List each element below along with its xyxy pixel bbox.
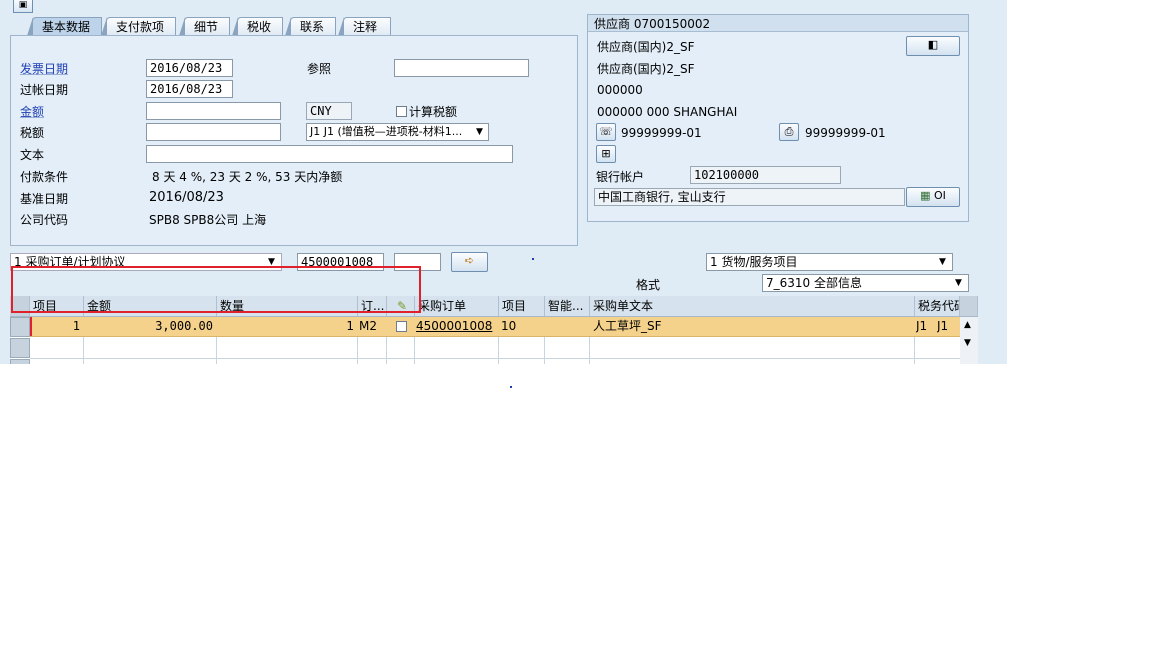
table-icon: ▦ xyxy=(920,189,931,202)
row-selector[interactable] xyxy=(10,338,30,358)
col-po-item[interactable]: 项目 xyxy=(499,296,545,316)
bank-detail-icon[interactable]: ⊞ xyxy=(596,145,616,163)
transfer-arrow-icon[interactable]: ➪ xyxy=(451,252,488,272)
col-divider xyxy=(357,337,358,364)
chevron-down-icon[interactable]: ▼ xyxy=(939,257,946,267)
col-divider xyxy=(216,337,217,364)
payment-terms-value: 8 天 4 %, 23 天 2 %, 53 天内净额 xyxy=(152,170,343,184)
phone-icon[interactable]: ☏ xyxy=(596,123,616,141)
text-label: 文本 xyxy=(20,148,45,162)
scroll-up-icon[interactable]: ▲ xyxy=(964,320,971,330)
item-type-select[interactable]: 1 货物/服务项目 xyxy=(706,253,953,271)
bank-name-field[interactable]: 中国工商银行, 宝山支行 xyxy=(594,188,905,206)
tax-amount-field[interactable] xyxy=(146,123,281,141)
tab-basic-data[interactable]: 基本数据 xyxy=(27,17,102,36)
annotation-highlight-box xyxy=(11,266,421,313)
column-settings-icon[interactable] xyxy=(960,296,978,316)
vendor-line-4: 000000 000 SHANGHAI xyxy=(597,105,738,119)
vendor-line-3: 000000 xyxy=(597,83,643,97)
vendor-line-1: 供应商(国内)2_SF xyxy=(597,40,695,54)
col-divider xyxy=(386,337,387,364)
vendor-title: 供应商 0700150002 xyxy=(594,17,711,31)
fax-icon[interactable]: ⎙ xyxy=(779,123,799,141)
tab-contact[interactable]: 联系 xyxy=(285,17,336,36)
calc-tax-checkbox[interactable] xyxy=(396,106,407,117)
cell-quantity[interactable]: 1 xyxy=(217,317,356,336)
vendor-detail-button[interactable]: ◧ xyxy=(906,36,960,56)
posting-date-label: 过帐日期 xyxy=(20,83,69,97)
currency-field[interactable]: CNY xyxy=(306,102,352,120)
baseline-date-label: 基准日期 xyxy=(20,192,69,206)
col-divider xyxy=(544,337,545,364)
cell-amount[interactable]: 3,000.00 xyxy=(84,317,215,336)
vendor-fax: 99999999-01 xyxy=(805,126,886,140)
invoice-date-label: 发票日期 xyxy=(20,62,69,76)
baseline-date-value: 2016/08/23 xyxy=(149,190,224,205)
row-checkbox[interactable] xyxy=(396,321,407,332)
bank-account-label: 银行帐户 xyxy=(596,170,645,184)
vendor-phone: 99999999-01 xyxy=(621,126,702,140)
posting-date-field[interactable]: 2016/08/23 xyxy=(146,80,233,98)
tax-label: 税额 xyxy=(20,126,45,140)
row-selector[interactable] xyxy=(10,317,30,337)
tax-code-select[interactable]: J1 J1 (增值税—进项税-材料1... xyxy=(306,123,489,141)
reference-field[interactable] xyxy=(394,59,529,77)
bank-account-field[interactable]: 102100000 xyxy=(690,166,841,184)
cell-unit[interactable]: M2 xyxy=(359,317,387,336)
company-code-label: 公司代码 xyxy=(20,213,69,227)
col-po-text[interactable]: 采购单文本 xyxy=(590,296,915,316)
layout-label: 格式 xyxy=(636,278,661,292)
tab-tax[interactable]: 税收 xyxy=(232,17,283,36)
tab-notes[interactable]: 注释 xyxy=(338,17,391,36)
cell-po-text[interactable]: 人工草坪_SF xyxy=(593,317,913,336)
cell-po-link[interactable]: 4500001008 xyxy=(416,317,500,336)
tab-details[interactable]: 细节 xyxy=(179,17,230,36)
col-divider xyxy=(414,337,415,364)
vendor-line-2: 供应商(国内)2_SF xyxy=(597,62,695,76)
cell-tax-code[interactable]: J1 xyxy=(916,317,936,336)
tab-payment[interactable]: 支付款项 xyxy=(101,17,176,36)
amount-label: 金额 xyxy=(20,105,45,119)
cell-tax-code-2[interactable]: J1 xyxy=(937,317,959,336)
company-code-value: SPB8 SPB8公司 上海 xyxy=(149,213,267,227)
row-selector[interactable] xyxy=(10,359,30,364)
col-divider xyxy=(83,337,84,364)
vendor-detail-icon: ◧ xyxy=(927,38,939,51)
col-divider xyxy=(498,337,499,364)
calc-tax-label: 计算税额 xyxy=(409,105,458,119)
chevron-down-icon[interactable]: ▼ xyxy=(476,127,483,137)
text-field[interactable] xyxy=(146,145,513,163)
col-tax-code[interactable]: 税务代码 xyxy=(915,296,960,316)
col-divider xyxy=(589,337,590,364)
amount-field[interactable] xyxy=(146,102,281,120)
scroll-down-icon[interactable]: ▼ xyxy=(964,338,971,348)
col-po[interactable]: 采购订单 xyxy=(415,296,499,316)
col-divider xyxy=(914,337,915,364)
reference-label: 参照 xyxy=(307,62,332,76)
col-smart[interactable]: 智能... xyxy=(545,296,590,316)
payment-terms-label: 付款条件 xyxy=(20,170,69,184)
invoice-date-field[interactable]: 2016/08/23 xyxy=(146,59,233,77)
chevron-down-icon[interactable]: ▼ xyxy=(955,278,962,288)
document-icon[interactable]: ▣ xyxy=(13,0,33,13)
cell-item[interactable]: 1 xyxy=(30,317,82,336)
layout-select[interactable]: 7_6310 全部信息 xyxy=(762,274,969,292)
cell-po-item[interactable]: 10 xyxy=(501,317,545,336)
open-items-button[interactable]: ▦ OI xyxy=(906,187,960,207)
decorative-dot xyxy=(510,386,512,388)
decorative-dot xyxy=(532,258,534,260)
row-divider xyxy=(30,358,960,359)
